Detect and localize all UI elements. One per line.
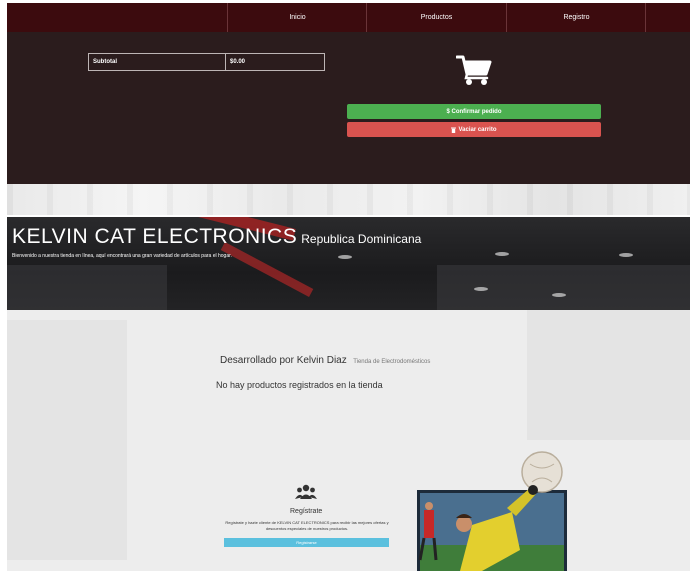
brand-country: Republica Dominicana xyxy=(301,232,422,246)
trash-icon xyxy=(451,127,457,133)
users-icon xyxy=(295,484,317,499)
subtotal-label: Subtotal xyxy=(89,54,226,70)
ceiling-light xyxy=(495,252,509,256)
hero-subtitle: Bienvenido a nuestra tienda en línea, aq… xyxy=(12,253,232,259)
nav-item-label: Productos xyxy=(420,14,453,21)
nav-item-inicio[interactable]: Inicio xyxy=(227,3,367,32)
hero-title: KELVIN CAT ELECTRONICS Republica Dominica… xyxy=(12,225,421,249)
store-type: Tienda de Electrodomésticos xyxy=(353,359,431,365)
cart-icon xyxy=(456,55,492,85)
decorative-shelf xyxy=(7,265,167,310)
hero-banner: KELVIN CAT ELECTRONICS Republica Dominica… xyxy=(7,217,690,310)
register-description: Regístrate y hazte cliente de KELVIN CAT… xyxy=(225,520,389,531)
register-title: Regístrate xyxy=(290,508,323,515)
empty-cart-label: Vaciar carrito xyxy=(458,126,497,133)
decorative-shelf xyxy=(527,310,690,440)
nav-divider xyxy=(645,3,646,32)
confirm-order-label: $ Confirmar pedido xyxy=(446,108,502,115)
ceiling-light xyxy=(619,253,633,257)
nav-item-registro[interactable]: Registro xyxy=(506,3,646,32)
subtotal-value: $0.00 xyxy=(230,59,246,65)
confirm-order-button[interactable]: $ Confirmar pedido xyxy=(347,104,601,119)
empty-products-message: No hay productos registrados en la tiend… xyxy=(216,380,383,390)
top-navbar: Inicio Productos Registro xyxy=(7,3,690,32)
subtotal-table: Subtotal $0.00 xyxy=(88,53,325,71)
developer-credit: Desarrollado por Kelvin Diaz xyxy=(220,355,347,366)
promo-tv-image xyxy=(417,451,567,571)
developer-line: Desarrollado por Kelvin Diaz Tienda de E… xyxy=(220,350,430,368)
store-background-strip xyxy=(7,184,690,215)
decorative-shelf xyxy=(7,320,127,560)
register-button[interactable]: Registrarse xyxy=(224,538,389,547)
cart-panel: Subtotal $0.00 $ Confirmar pedido Vaciar… xyxy=(7,32,690,184)
register-button-label: Registrarse xyxy=(296,540,317,545)
main-content: Desarrollado por Kelvin Diaz Tienda de E… xyxy=(7,310,690,571)
ceiling-light xyxy=(338,255,352,259)
nav-item-productos[interactable]: Productos xyxy=(366,3,506,32)
decorative-stripe xyxy=(220,242,314,297)
nav-item-label: Registro xyxy=(563,14,590,21)
empty-cart-button[interactable]: Vaciar carrito xyxy=(347,122,601,137)
nav-item-label: Inicio xyxy=(289,14,306,21)
ceiling-light xyxy=(474,287,488,291)
brand-name: KELVIN CAT ELECTRONICS xyxy=(12,225,298,248)
ceiling-light xyxy=(552,293,566,297)
